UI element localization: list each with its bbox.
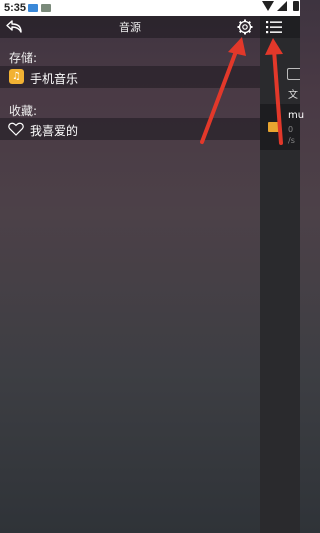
side-folder-label: 文 [288, 90, 298, 101]
side-list-item[interactable]: mu 0 /s [260, 104, 304, 150]
audio-source-panel: 音源 存储: ♫ 手机音乐 收藏: 我喜爱的 [0, 16, 260, 533]
side-item-count: 0 [288, 125, 294, 134]
side-item-path: /s [288, 136, 295, 145]
side-item-name: mu [288, 110, 305, 121]
favorites-item-my-favorites[interactable]: 我喜爱的 [0, 118, 260, 140]
notification-icon [28, 4, 38, 12]
status-bar: 5:35 [0, 0, 300, 16]
folder-outline-icon[interactable] [287, 68, 300, 80]
favorites-section-label: 收藏: [9, 104, 38, 118]
notification-icon [41, 4, 51, 12]
list-icon[interactable] [266, 19, 282, 35]
side-panel: 文 mu 0 /s [260, 16, 304, 533]
page-title: 音源 [119, 21, 141, 34]
side-top-bar [260, 16, 300, 38]
storage-section-label: 存储: [9, 51, 38, 65]
storage-item-phone-music[interactable]: ♫ 手机音乐 [0, 66, 260, 88]
wifi-icon [262, 1, 274, 11]
storage-item-label: 手机音乐 [30, 72, 79, 86]
folder-icon [268, 122, 280, 132]
signal-icon [277, 1, 287, 11]
battery-icon [293, 1, 299, 11]
status-time: 5:35 [4, 2, 27, 14]
music-note-icon: ♫ [9, 69, 24, 84]
gear-icon[interactable] [236, 18, 254, 36]
heart-icon [8, 122, 24, 136]
top-bar: 音源 [0, 16, 260, 38]
favorites-item-label: 我喜爱的 [30, 124, 79, 138]
